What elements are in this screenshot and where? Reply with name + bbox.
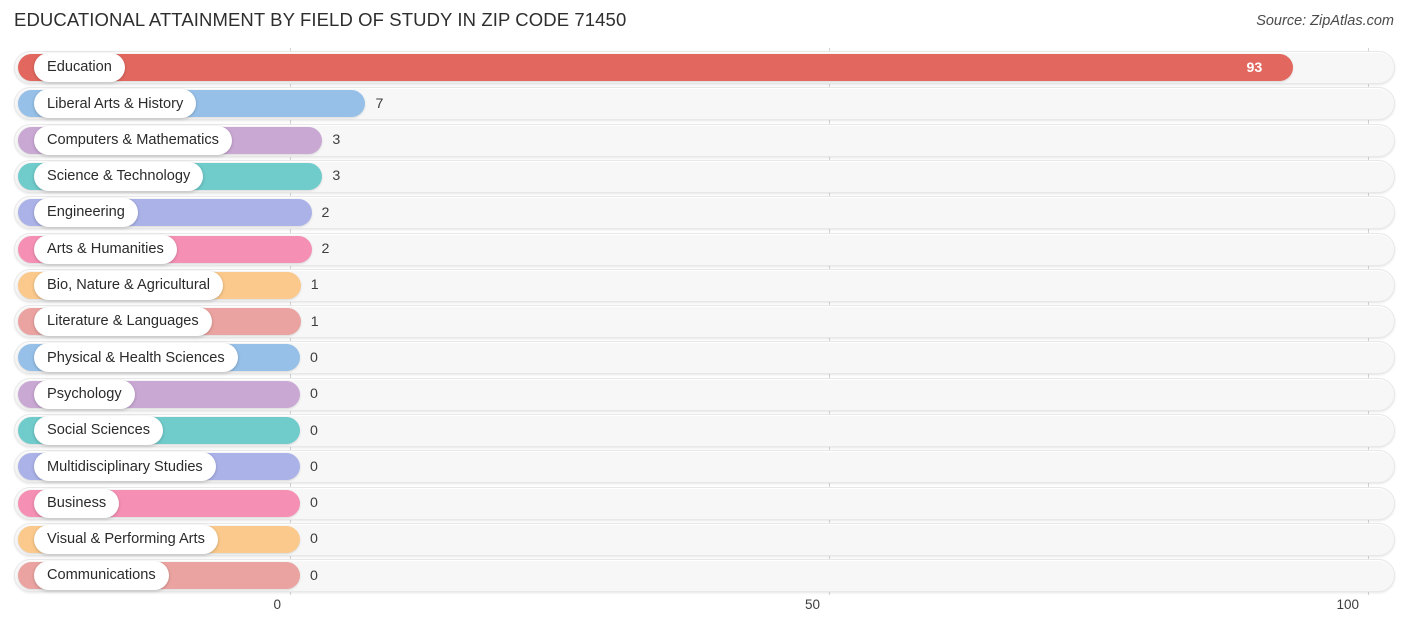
category-label-pill: Liberal Arts & History bbox=[34, 89, 197, 119]
category-label-pill: Education bbox=[34, 53, 125, 82]
category-label-pill: Bio, Nature & Agricultural bbox=[34, 270, 224, 300]
chart-row[interactable]: Visual & Performing Arts 0 bbox=[0, 522, 1406, 556]
page-title: EDUCATIONAL ATTAINMENT BY FIELD OF STUDY… bbox=[14, 9, 627, 30]
x-tick-label: 50 bbox=[804, 597, 820, 612]
category-label-pill: Social Sciences bbox=[34, 416, 164, 445]
chart-row[interactable]: Physical & Health Sciences 0 bbox=[0, 341, 1406, 375]
category-label-pill: Visual & Performing Arts bbox=[34, 524, 218, 554]
chart-row[interactable]: Computers & Mathematics 3 bbox=[0, 123, 1406, 157]
category-label-pill: Physical & Health Sciences bbox=[34, 343, 238, 373]
chart-row[interactable]: Multidisciplinary Studies 0 bbox=[0, 450, 1406, 484]
category-label-pill: Science & Technology bbox=[34, 161, 204, 191]
chart-row[interactable]: Business 0 bbox=[0, 486, 1406, 520]
value-label: 1 bbox=[310, 313, 319, 330]
value-label: 0 bbox=[310, 422, 318, 439]
category-label: Arts & Humanities bbox=[47, 240, 164, 257]
category-label-pill: Arts & Humanities bbox=[34, 234, 177, 264]
chart-plot-area: Education 93 Liberal Arts & History 7 Comput… bbox=[0, 44, 1406, 595]
chart-row[interactable]: Communications 0 bbox=[0, 559, 1406, 593]
category-label: Communications bbox=[47, 567, 156, 584]
value-label: 1 bbox=[310, 277, 319, 294]
value-label: 2 bbox=[321, 204, 330, 221]
category-label-pill: Communications bbox=[34, 561, 169, 591]
source-attribution: Source: ZipAtlas.com bbox=[1256, 13, 1394, 29]
chart-row[interactable]: Engineering 2 bbox=[0, 196, 1406, 230]
chart-row[interactable]: Literature & Languages 1 bbox=[0, 305, 1406, 339]
chart-row[interactable]: Arts & Humanities 2 bbox=[0, 232, 1406, 266]
category-label: Multidisciplinary Studies bbox=[47, 458, 203, 475]
category-label: Computers & Mathematics bbox=[47, 131, 219, 148]
chart-row[interactable]: Psychology 0 bbox=[0, 377, 1406, 411]
value-label: 0 bbox=[310, 458, 318, 475]
x-axis: 0 50 100 bbox=[0, 595, 1406, 631]
chart-row[interactable]: Bio, Nature & Agricultural 1 bbox=[0, 268, 1406, 302]
category-label-pill: Engineering bbox=[34, 198, 138, 228]
value-label: 0 bbox=[310, 531, 318, 548]
chart-header: EDUCATIONAL ATTAINMENT BY FIELD OF STUDY… bbox=[0, 0, 1406, 44]
category-label: Physical & Health Sciences bbox=[47, 349, 225, 366]
value-label: 3 bbox=[332, 168, 341, 185]
chart-row[interactable]: Science & Technology 3 bbox=[0, 159, 1406, 193]
value-label: 7 bbox=[375, 95, 384, 112]
category-label: Psychology bbox=[47, 385, 122, 402]
category-label-pill: Literature & Languages bbox=[34, 307, 212, 337]
chart-row[interactable]: Liberal Arts & History 7 bbox=[0, 87, 1406, 121]
value-label: 0 bbox=[310, 386, 318, 403]
category-label: Social Sciences bbox=[47, 422, 151, 439]
category-label-pill: Computers & Mathematics bbox=[34, 125, 232, 155]
category-label: Business bbox=[47, 494, 107, 511]
chart-row[interactable]: Education 93 bbox=[0, 51, 1406, 84]
category-label-pill: Business bbox=[34, 488, 120, 518]
value-label: 0 bbox=[310, 349, 318, 366]
value-label: 2 bbox=[321, 241, 330, 257]
category-label-pill: Multidisciplinary Studies bbox=[34, 452, 216, 482]
category-label: Liberal Arts & History bbox=[47, 95, 184, 112]
value-label: 3 bbox=[332, 132, 341, 149]
category-label: Visual & Performing Arts bbox=[47, 531, 205, 548]
x-tick-label: 100 bbox=[1336, 597, 1359, 612]
category-label: Literature & Languages bbox=[47, 313, 199, 330]
value-label: 93 bbox=[1246, 59, 1263, 76]
category-label-pill: Psychology bbox=[34, 379, 135, 409]
category-label: Education bbox=[47, 59, 112, 76]
x-tick-label: 0 bbox=[273, 597, 281, 612]
category-label: Science & Technology bbox=[47, 168, 191, 185]
value-label: 0 bbox=[310, 495, 318, 512]
value-bar bbox=[18, 54, 1293, 81]
category-label: Bio, Nature & Agricultural bbox=[47, 277, 211, 293]
chart-row[interactable]: Social Sciences 0 bbox=[0, 414, 1406, 447]
value-label: 0 bbox=[310, 567, 318, 584]
category-label: Engineering bbox=[47, 204, 125, 221]
